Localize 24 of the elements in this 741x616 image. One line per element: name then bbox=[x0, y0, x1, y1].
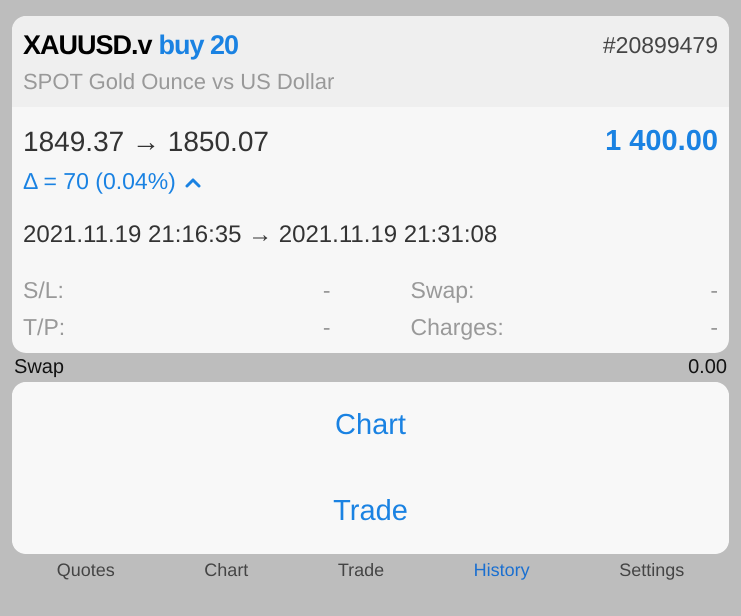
delta-label: Δ = 70 (0.04%) bbox=[23, 168, 176, 195]
detail-value: - bbox=[710, 314, 718, 341]
tab-item[interactable]: Settings bbox=[619, 560, 684, 581]
symbol-label: XAUUSD.v bbox=[23, 30, 152, 61]
ticket-number: #20899479 bbox=[602, 32, 718, 59]
symbol-description: SPOT Gold Ounce vs US Dollar bbox=[23, 69, 336, 95]
tab-item[interactable]: Trade bbox=[338, 560, 384, 581]
detail-label: Charges: bbox=[410, 314, 504, 341]
chevron-icon[interactable] bbox=[184, 176, 202, 188]
price-range: 1849.37 → 1850.07 bbox=[23, 126, 269, 158]
swap-value: 0.00 bbox=[688, 356, 727, 379]
detail-value: - bbox=[322, 314, 330, 341]
tab-item[interactable]: Quotes bbox=[56, 560, 115, 581]
detail-label: Swap: bbox=[410, 277, 474, 304]
profit-value: 1 400.00 bbox=[605, 125, 718, 158]
tab-item[interactable]: History bbox=[474, 560, 530, 581]
detail-label: S/L: bbox=[23, 277, 64, 304]
swap-label: Swap bbox=[14, 356, 64, 379]
time-range: 2021.11.19 21:16:35 → 2021.11.19 21:31:08 bbox=[23, 221, 498, 249]
action-label: buy 20 bbox=[158, 30, 238, 61]
tab-item[interactable]: Chart bbox=[204, 560, 248, 581]
detail-label: T/P: bbox=[23, 314, 66, 341]
detail-value: - bbox=[710, 277, 718, 304]
detail-value: - bbox=[322, 277, 330, 304]
